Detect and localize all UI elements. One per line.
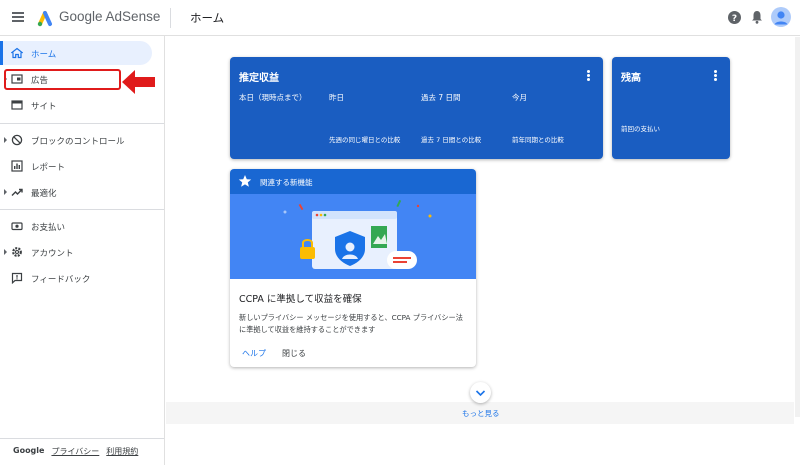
sidebar-divider [0,438,164,439]
sidebar-item-sites[interactable]: サイト [0,93,152,117]
expand-arrow-icon[interactable] [4,189,7,195]
more-vert-icon[interactable] [587,70,590,81]
help-link[interactable]: ヘルプ [242,348,266,359]
card-title: 推定収益 [239,73,279,84]
sites-icon [11,100,23,110]
estimated-earnings-card: 推定収益 本日（現時点まで） 昨日 過去 7 日間 今月 先週の同じ曜日との比較… [230,57,603,159]
sidebar-item-label: お支払い [31,223,66,233]
privacy-link[interactable]: プライバシー [51,446,99,457]
sidebar-item-label: フィードバック [31,275,91,285]
show-more-label[interactable]: もっと見る [462,408,500,419]
new-feature-card: 関連する新機能 CCPA に準拠して収益を確保 新しいプライバシー メッセージを… [230,169,476,367]
sidebar-item-reports[interactable]: レポート [0,154,152,178]
sidebar-item-label: アカウント [31,249,74,259]
expand-arrow-icon[interactable] [4,249,7,255]
earnings-column-month: 今月 [512,93,527,102]
earnings-column-yesterday: 昨日 [329,93,344,102]
sidebar-item-feedback[interactable]: フィードバック [0,266,152,290]
card-title: 残高 [621,73,641,84]
highlight-box [4,69,121,90]
earnings-compare-yesterday: 先週の同じ曜日との比較 [329,136,401,144]
show-more-button[interactable] [470,382,491,403]
adsense-logo-icon [37,11,52,27]
sidebar-item-blocking-controls[interactable]: ブロックのコントロール [0,128,152,152]
privacy-illustration [230,194,476,279]
top-bar: Google AdSense ホーム ? [0,0,800,36]
star-icon [238,175,252,187]
home-icon [11,47,23,59]
sidebar-item-payments[interactable]: お支払い [0,214,152,238]
balance-card: 残高 前回の支払い [612,57,730,159]
block-icon [11,134,23,146]
sidebar-item-account[interactable]: アカウント [0,240,152,264]
payments-icon [11,222,23,231]
reports-icon [11,160,23,172]
pointer-arrow-icon [122,70,155,94]
svg-text:?: ? [732,14,737,24]
sidebar-item-label: ブロックのコントロール [31,137,125,147]
sidebar: ホーム 広告 サイト ブロックのコントロール レポート 最適化 お支払い アカウ… [0,36,165,465]
scrollbar[interactable] [795,37,800,417]
more-vert-icon[interactable] [714,70,717,81]
header-divider [170,8,171,28]
sidebar-divider [0,209,164,210]
sidebar-item-label: 最適化 [31,189,57,199]
trending-up-icon [11,188,23,196]
earnings-column-today: 本日（現時点まで） [239,93,307,102]
menu-icon[interactable] [12,12,24,22]
chevron-down-icon [475,390,486,397]
brand-name: Google AdSense [59,9,161,24]
google-label: Google [13,446,45,455]
avatar[interactable] [771,7,791,27]
sidebar-item-home[interactable]: ホーム [0,41,152,65]
earnings-compare-last7: 過去 7 日間との比較 [421,136,482,144]
feedback-icon [11,272,23,284]
bell-icon[interactable] [751,10,763,24]
expand-arrow-icon[interactable] [4,137,7,143]
feature-title: CCPA に準拠して収益を確保 [239,294,362,305]
active-indicator [0,41,3,65]
terms-link[interactable]: 利用規約 [106,446,138,457]
sidebar-footer: Google プライバシー 利用規約 [13,446,138,457]
gear-icon [12,247,22,257]
feature-card-header-label: 関連する新機能 [260,178,313,187]
close-button[interactable]: 閉じる [282,348,306,359]
feature-description: 新しいプライバシー メッセージを使用すると、CCPA プライバシー法に準拠して収… [239,313,463,334]
sidebar-item-label: サイト [31,102,57,112]
sidebar-item-optimization[interactable]: 最適化 [0,180,152,204]
sidebar-divider [0,123,164,124]
earnings-column-last7: 過去 7 日間 [421,93,461,102]
sidebar-item-label: レポート [31,163,66,173]
last-payment-label: 前回の支払い [621,125,660,133]
page-title: ホーム [190,11,225,25]
sidebar-item-label: ホーム [31,50,57,60]
feature-actions: ヘルプ 閉じる [242,348,306,359]
feature-card-header: 関連する新機能 [230,169,476,194]
earnings-compare-month: 前年同期との比較 [512,136,564,144]
help-icon[interactable]: ? [728,11,741,24]
